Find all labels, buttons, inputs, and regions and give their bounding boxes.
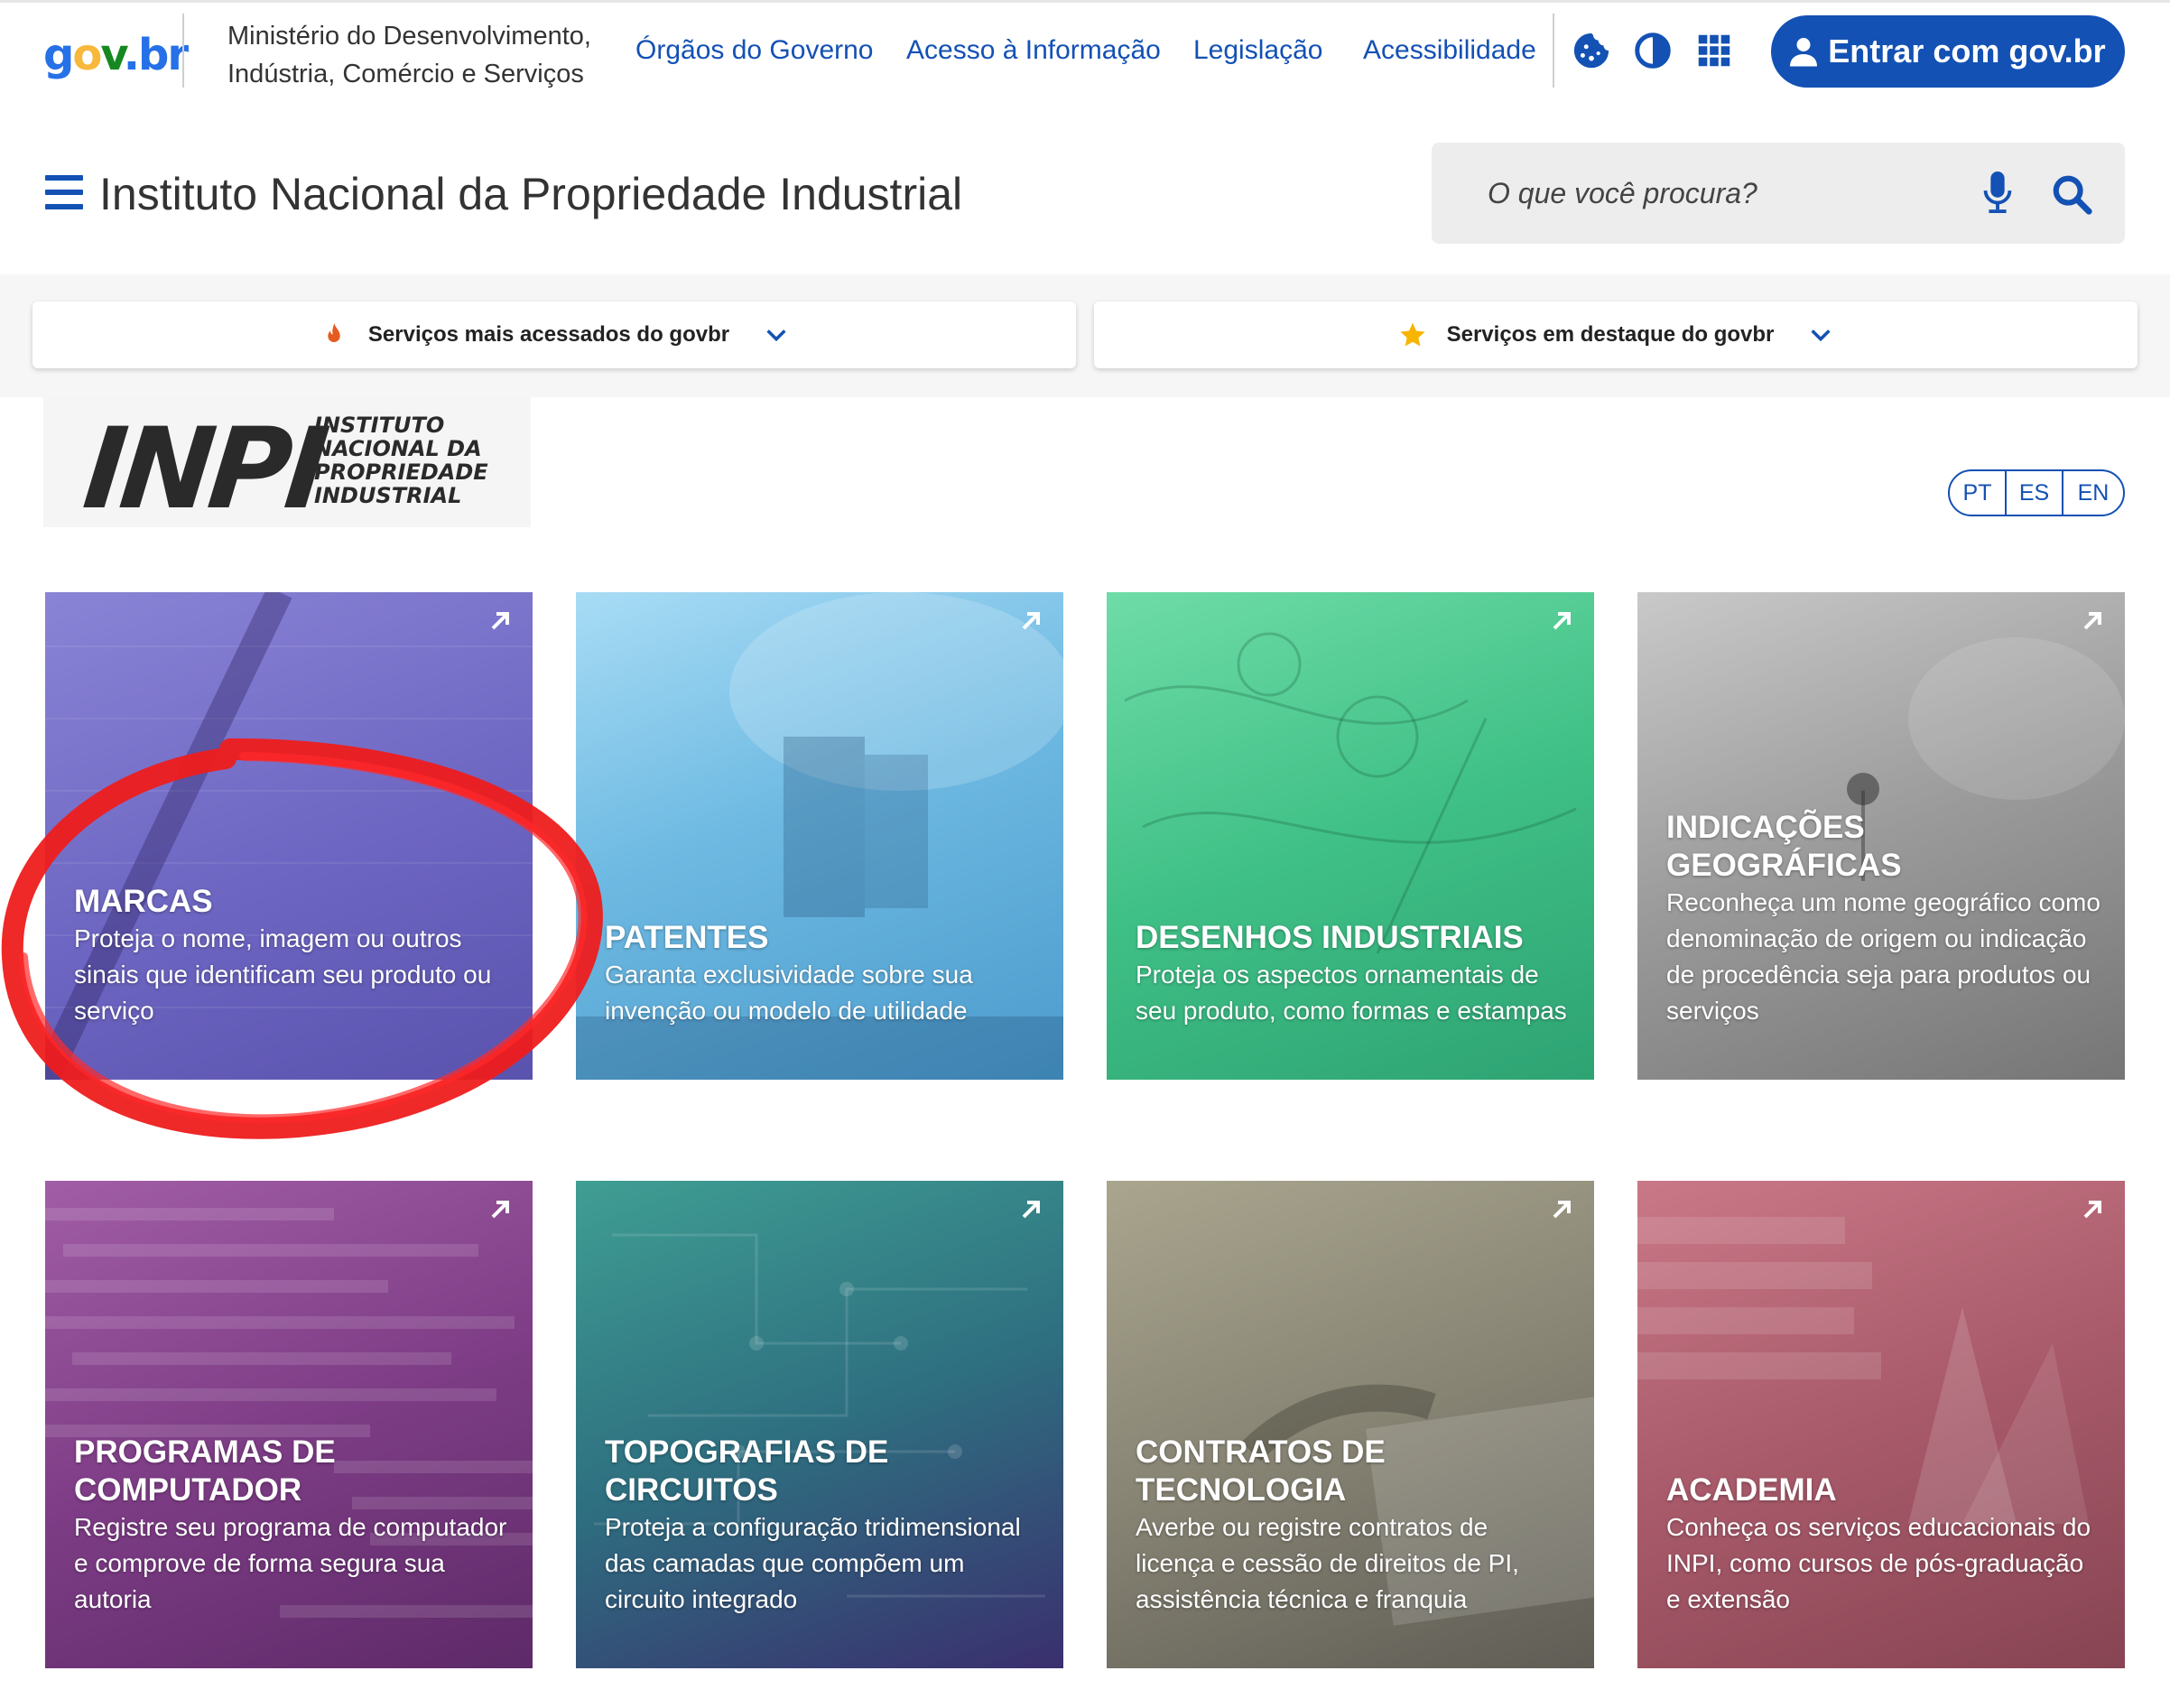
tile-academia[interactable]: ACADEMIA Conheça os serviços educacionai… bbox=[1637, 1181, 2125, 1668]
nav-divider bbox=[1553, 14, 1554, 88]
tile-patentes[interactable]: PATENTES Garanta exclusividade sobre sua… bbox=[576, 592, 1063, 1080]
tile-description: Averbe ou registre contratos de licença … bbox=[1136, 1513, 1519, 1613]
inpi-logo-line-3: PROPRIEDADE bbox=[314, 459, 488, 485]
nav-legislacao[interactable]: Legislação bbox=[1193, 35, 1322, 66]
tile-title: DESENHOS INDUSTRIAIS bbox=[1136, 920, 1524, 955]
tile-title: ACADEMIA bbox=[1666, 1472, 1837, 1508]
tile-text: INDICAÇÕES GEOGRÁFICAS Reconheça um nome… bbox=[1666, 809, 2103, 1029]
microphone-icon[interactable] bbox=[1982, 172, 2013, 213]
external-arrow-icon bbox=[491, 1201, 509, 1219]
tile-topografias-de-circuitos[interactable]: TOPOGRAFIAS DE CIRCUITOS Proteja a confi… bbox=[576, 1181, 1063, 1668]
user-icon bbox=[1790, 38, 1818, 67]
contrast-icon[interactable] bbox=[1632, 30, 1674, 71]
logo-divider bbox=[182, 14, 184, 88]
external-arrow-icon bbox=[2083, 612, 2101, 630]
lang-pt[interactable]: PT bbox=[1950, 471, 2007, 515]
site-title: Instituto Nacional da Propriedade Indust… bbox=[99, 169, 963, 219]
external-arrow-icon bbox=[1553, 612, 1571, 630]
search-icon[interactable] bbox=[2051, 173, 2092, 215]
nav-acesso-a-informacao[interactable]: Acesso à Informação bbox=[906, 35, 1161, 66]
tile-title: TOPOGRAFIAS DE CIRCUITOS bbox=[605, 1434, 889, 1508]
lang-en[interactable]: EN bbox=[2063, 471, 2123, 515]
language-switcher: PT ES EN bbox=[1948, 469, 2125, 516]
inpi-logo-line-4: INDUSTRIAL bbox=[314, 483, 462, 508]
tile-title: MARCAS bbox=[74, 884, 213, 919]
external-arrow-icon bbox=[2083, 1201, 2101, 1219]
tile-text: PROGRAMAS DE COMPUTADOR Registre seu pro… bbox=[74, 1434, 511, 1618]
tile-text: MARCAS Proteja o nome, imagem ou outros … bbox=[74, 883, 511, 1029]
gov-topbar: gov.br Ministério do Desenvolvimento, In… bbox=[0, 0, 2170, 99]
tile-description: Garanta exclusividade sobre sua invenção… bbox=[605, 961, 973, 1025]
search-input[interactable] bbox=[1488, 170, 1957, 217]
tile-description: Conheça os serviços educacionais do INPI… bbox=[1666, 1513, 2091, 1613]
nav-orgaos-do-governo[interactable]: Órgãos do Governo bbox=[635, 35, 873, 66]
tile-title: INDICAÇÕES GEOGRÁFICAS bbox=[1666, 810, 1902, 883]
logo-letter-v: v bbox=[100, 30, 125, 80]
tile-text: DESENHOS INDUSTRIAIS Proteja os aspectos… bbox=[1136, 919, 1572, 1029]
tile-description: Proteja os aspectos ornamentais de seu p… bbox=[1136, 961, 1567, 1025]
services-featured-toggle[interactable]: Serviços em destaque do govbr bbox=[1094, 302, 2138, 368]
tile-indicacoes-geograficas[interactable]: INDICAÇÕES GEOGRÁFICAS Reconheça um nome… bbox=[1637, 592, 2125, 1080]
login-label: Entrar com gov.br bbox=[1828, 32, 2106, 70]
ministry-line-1: Ministério do Desenvolvimento, bbox=[227, 22, 591, 51]
inpi-logo-mark: INPI bbox=[78, 404, 329, 534]
services-most-accessed-toggle[interactable]: Serviços mais acessados do govbr bbox=[32, 302, 1076, 368]
tile-description: Proteja o nome, imagem ou outros sinais … bbox=[74, 924, 492, 1025]
tile-programas-de-computador[interactable]: PROGRAMAS DE COMPUTADOR Registre seu pro… bbox=[45, 1181, 533, 1668]
tile-text: PATENTES Garanta exclusividade sobre sua… bbox=[605, 919, 1042, 1029]
govbr-logo[interactable]: gov.br bbox=[43, 30, 189, 80]
external-arrow-icon bbox=[1022, 1201, 1040, 1219]
tile-text: ACADEMIA Conheça os serviços educacionai… bbox=[1666, 1471, 2103, 1618]
tile-title: PATENTES bbox=[605, 920, 769, 955]
logo-letter-g: g bbox=[43, 30, 74, 80]
nav-acessibilidade[interactable]: Acessibilidade bbox=[1363, 35, 1536, 66]
tile-text: TOPOGRAFIAS DE CIRCUITOS Proteja a confi… bbox=[605, 1434, 1042, 1618]
ministry-name: Ministério do Desenvolvimento, Indústria… bbox=[227, 17, 591, 93]
tile-contratos-de-tecnologia[interactable]: CONTRATOS DE TECNOLOGIA Averbe ou regist… bbox=[1107, 1181, 1594, 1668]
tile-description: Proteja a configuração tridimensional da… bbox=[605, 1513, 1021, 1613]
external-arrow-icon bbox=[1553, 1201, 1571, 1219]
chevron-down-icon bbox=[766, 330, 786, 342]
tile-marcas[interactable]: MARCAS Proteja o nome, imagem ou outros … bbox=[45, 592, 533, 1080]
tile-title: CONTRATOS DE TECNOLOGIA bbox=[1136, 1434, 1386, 1508]
login-govbr-button[interactable]: Entrar com gov.br bbox=[1771, 15, 2125, 88]
inpi-logo-line-2: NACIONAL DA bbox=[314, 436, 482, 461]
tile-description: Reconheça um nome geográfico como denomi… bbox=[1666, 888, 2100, 1025]
inpi-logo[interactable]: INPI INSTITUTO NACIONAL DA PROPRIEDADE I… bbox=[43, 397, 531, 534]
star-icon bbox=[1400, 322, 1425, 347]
logo-letter-o: o bbox=[72, 30, 102, 80]
logo-dot-br: .br bbox=[123, 30, 189, 80]
external-arrow-icon bbox=[1022, 612, 1040, 630]
menu-hamburger-icon[interactable] bbox=[45, 175, 83, 209]
tile-title: PROGRAMAS DE COMPUTADOR bbox=[74, 1434, 336, 1508]
ministry-line-2: Indústria, Comércio e Serviços bbox=[227, 60, 584, 88]
apps-grid-icon[interactable] bbox=[1693, 30, 1735, 71]
external-arrow-icon bbox=[491, 612, 509, 630]
tile-desenhos-industriais[interactable]: DESENHOS INDUSTRIAIS Proteja os aspectos… bbox=[1107, 592, 1594, 1080]
inpi-logo-line-1: INSTITUTO bbox=[314, 413, 445, 438]
tile-text: CONTRATOS DE TECNOLOGIA Averbe ou regist… bbox=[1136, 1434, 1572, 1618]
fire-icon bbox=[328, 322, 340, 342]
search-box bbox=[1432, 143, 2125, 244]
cookie-icon[interactable] bbox=[1571, 30, 1612, 71]
lang-es[interactable]: ES bbox=[2007, 471, 2063, 515]
chevron-down-icon bbox=[1811, 330, 1831, 342]
services-featured-label: Serviços em destaque do govbr bbox=[1446, 322, 1775, 347]
tile-description: Registre seu programa de computador e co… bbox=[74, 1513, 507, 1613]
inpi-logo-text: INSTITUTO NACIONAL DA PROPRIEDADE INDUST… bbox=[314, 413, 488, 507]
services-most-accessed-label: Serviços mais acessados do govbr bbox=[367, 322, 730, 347]
